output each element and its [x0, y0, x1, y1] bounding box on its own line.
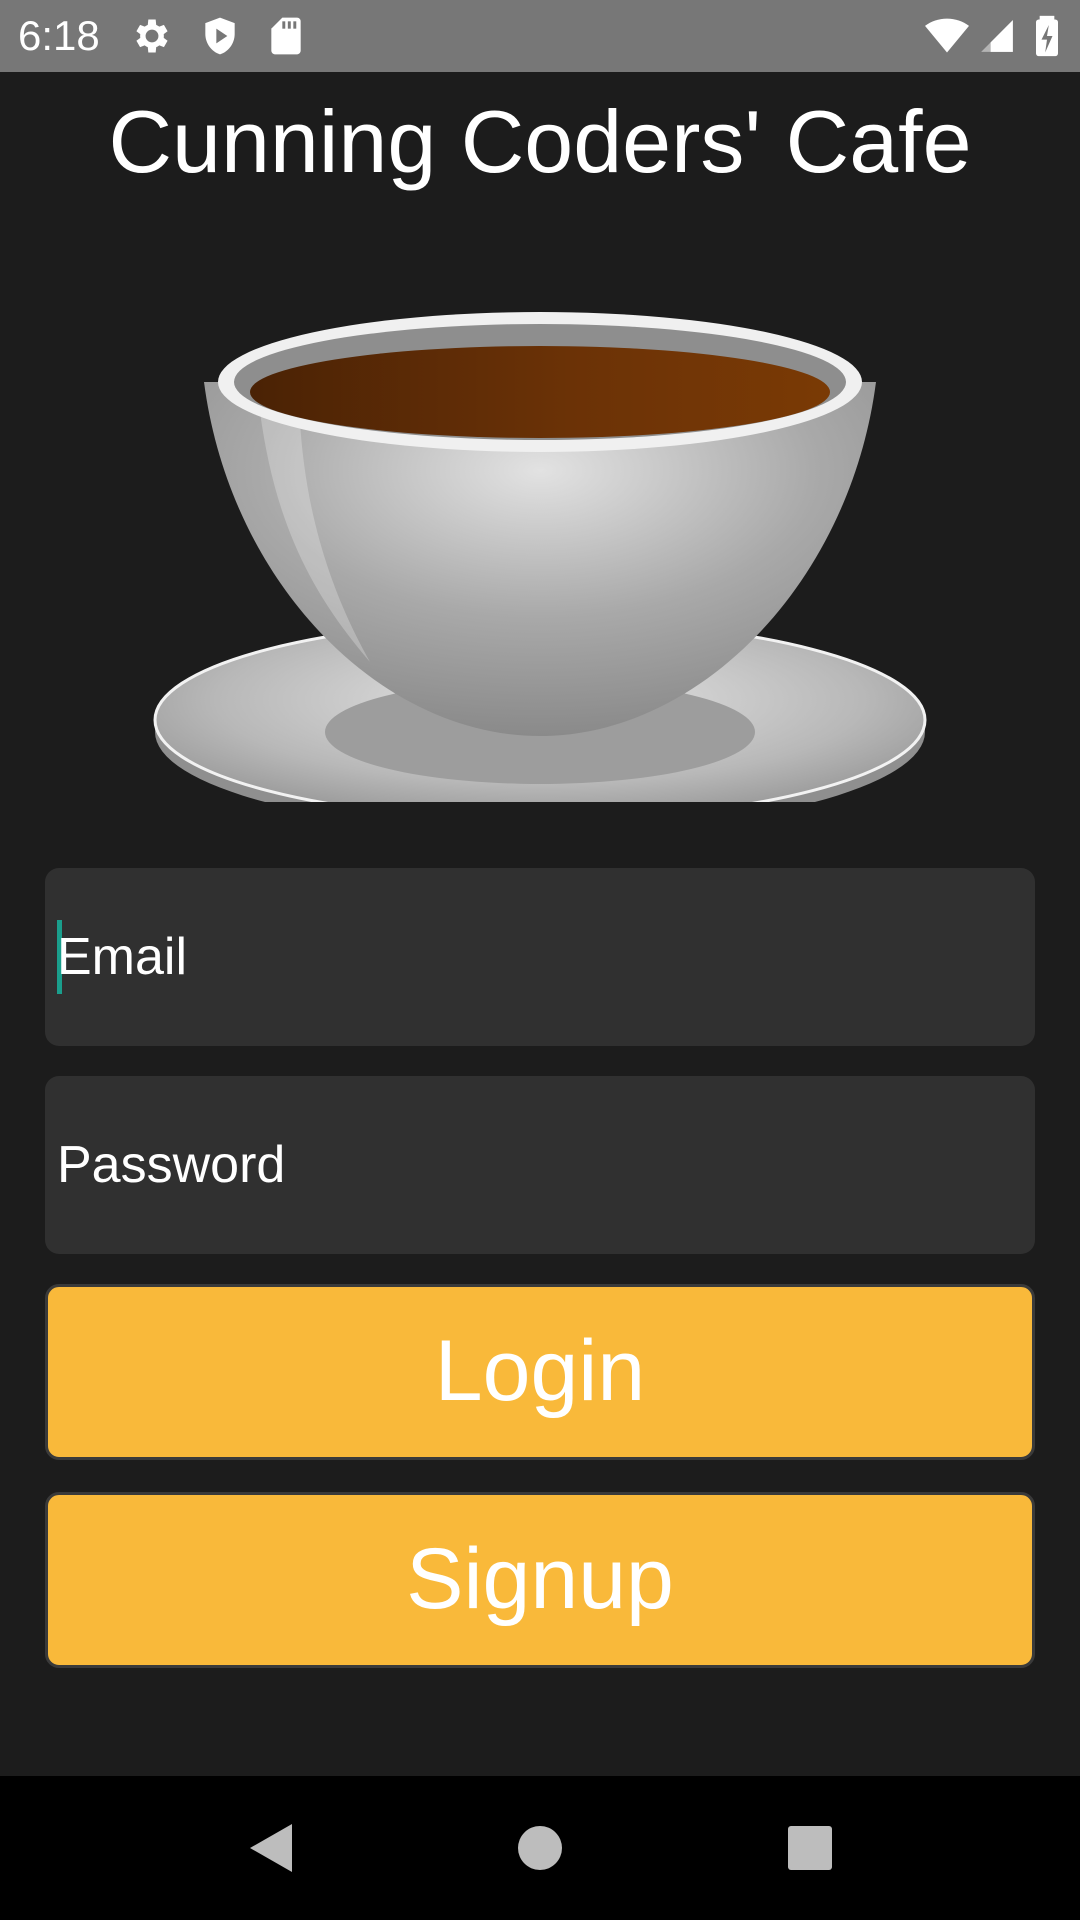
wifi-icon: [925, 18, 969, 53]
sd-card-icon: [271, 17, 301, 55]
shield-play-icon: [205, 17, 235, 55]
email-placeholder: Email: [57, 928, 188, 986]
home-circle-icon[interactable]: [490, 1798, 590, 1898]
login-screen: Cunning Coders' Cafe Email Password Logi…: [0, 72, 1080, 1776]
navigation-bar: [0, 1776, 1080, 1920]
signal-icon: [981, 20, 1013, 52]
app-title: Cunning Coders' Cafe: [108, 92, 972, 191]
status-bar: 6:18: [0, 0, 1080, 72]
login-button[interactable]: Login: [45, 1284, 1035, 1460]
gear-icon: [136, 19, 168, 53]
recents-square-icon[interactable]: [760, 1798, 860, 1898]
signup-button[interactable]: Signup: [45, 1492, 1035, 1668]
coffee-cup-icon: [153, 312, 927, 802]
password-placeholder: Password: [57, 1136, 286, 1194]
password-field[interactable]: Password: [45, 1076, 1035, 1254]
status-time: 6:18: [18, 12, 100, 59]
battery-charging-icon: [1036, 15, 1058, 57]
email-field[interactable]: Email: [45, 868, 1035, 1046]
back-triangle-icon[interactable]: [220, 1798, 320, 1898]
